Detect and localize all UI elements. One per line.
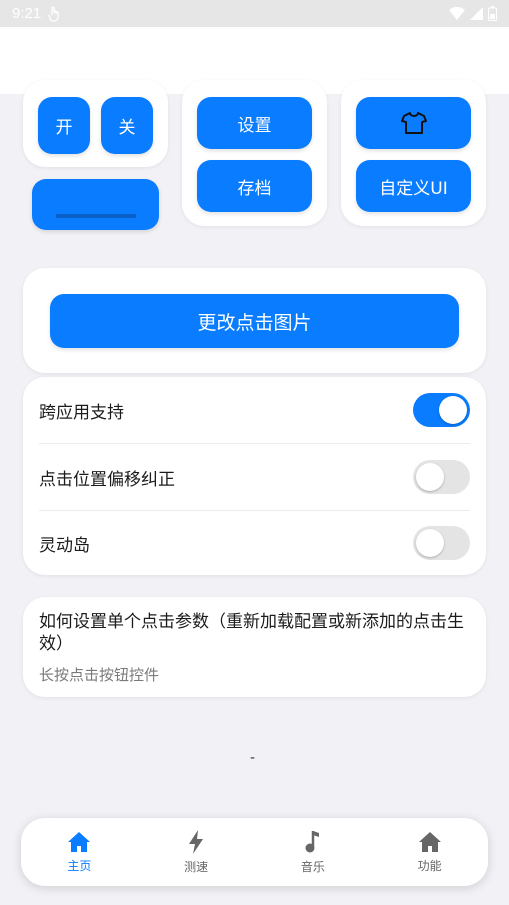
skin-button[interactable] bbox=[356, 97, 471, 149]
wifi-icon bbox=[449, 7, 465, 20]
nav-label: 测速 bbox=[184, 859, 209, 874]
change-image-button[interactable]: 更改点击图片 bbox=[50, 294, 459, 348]
info-card[interactable]: 如何设置单个点击参数（重新加载配置或新添加的点击生效） 长按点击按钮控件 bbox=[23, 597, 486, 697]
archive-button[interactable]: 存档 bbox=[197, 160, 312, 212]
toggle-label: 跨应用支持 bbox=[39, 402, 124, 423]
clipped-label-bar bbox=[55, 213, 136, 218]
toggles-card: 跨应用支持 点击位置偏移纠正 灵动岛 bbox=[23, 377, 486, 575]
toggle-knob bbox=[416, 463, 444, 491]
status-bar: 9:21 bbox=[0, 0, 509, 27]
settings-card: 设置 存档 bbox=[182, 80, 327, 226]
nav-item-speed[interactable]: 测速 bbox=[138, 818, 255, 886]
touch-hand-icon bbox=[48, 5, 59, 22]
nav-label: 功能 bbox=[417, 858, 442, 873]
off-button[interactable]: 关 bbox=[101, 97, 153, 154]
signal-icon bbox=[470, 7, 483, 20]
dynamic-island-toggle[interactable] bbox=[413, 526, 470, 560]
change-image-card: 更改点击图片 bbox=[23, 268, 486, 373]
battery-icon bbox=[488, 6, 497, 21]
bolt-icon bbox=[189, 829, 204, 854]
info-subtitle: 长按点击按钮控件 bbox=[39, 666, 160, 684]
toggle-row-offset-correction: 点击位置偏移纠正 bbox=[23, 444, 486, 510]
separator-dash: - bbox=[250, 750, 256, 766]
home-icon bbox=[418, 831, 441, 852]
home-icon bbox=[68, 831, 91, 852]
tshirt-icon bbox=[400, 112, 427, 134]
nav-label: 音乐 bbox=[300, 859, 325, 874]
nav-item-music[interactable]: 音乐 bbox=[255, 818, 372, 886]
offset-correction-toggle[interactable] bbox=[413, 460, 470, 494]
hidden-parameter-button[interactable] bbox=[32, 179, 159, 230]
status-time: 9:21 bbox=[12, 5, 42, 22]
toggle-label: 点击位置偏移纠正 bbox=[39, 469, 175, 490]
nav-item-home[interactable]: 主页 bbox=[21, 818, 138, 886]
toggle-row-cross-app: 跨应用支持 bbox=[23, 377, 486, 443]
music-note-icon bbox=[305, 830, 319, 852]
custom-ui-button[interactable]: 自定义UI bbox=[356, 160, 471, 212]
toggle-label: 灵动岛 bbox=[39, 535, 90, 556]
cross-app-toggle[interactable] bbox=[413, 393, 470, 427]
customize-card: 自定义UI bbox=[341, 80, 486, 226]
bottom-navigation: 主页 测速 音乐 功能 bbox=[21, 818, 488, 886]
toggle-row-dynamic-island: 灵动岛 bbox=[23, 511, 486, 575]
on-button[interactable]: 开 bbox=[38, 97, 90, 154]
nav-item-functions[interactable]: 功能 bbox=[371, 818, 488, 886]
info-title: 如何设置单个点击参数（重新加载配置或新添加的点击生效） bbox=[39, 612, 464, 654]
toggle-knob bbox=[439, 396, 467, 424]
settings-button[interactable]: 设置 bbox=[197, 97, 312, 149]
on-off-card: 开 关 bbox=[23, 80, 168, 167]
toggle-knob bbox=[416, 529, 444, 557]
nav-label: 主页 bbox=[67, 858, 92, 873]
